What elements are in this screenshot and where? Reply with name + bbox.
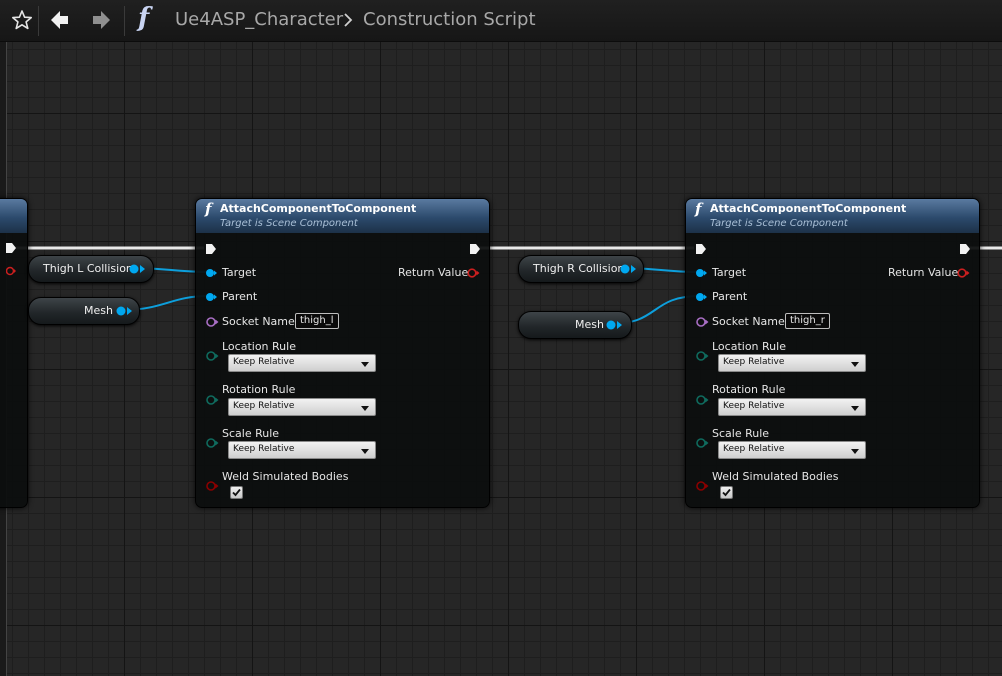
exec-out-pin-icon[interactable] (5, 242, 17, 254)
weld-checkbox[interactable] (720, 486, 733, 499)
enum-pin-icon[interactable] (205, 437, 219, 449)
dropdown-value: Keep Relative (723, 357, 785, 367)
return-pin-icon[interactable] (956, 267, 970, 279)
rotation-rule-label: Rotation Rule (222, 383, 296, 396)
location-rule-label: Location Rule (712, 340, 786, 353)
object-pin-icon[interactable] (619, 263, 631, 275)
dropdown-value: Keep Relative (233, 401, 295, 411)
bool-pin-icon[interactable] (205, 480, 219, 492)
function-icon: f (205, 200, 212, 218)
object-pin-icon[interactable] (605, 319, 617, 331)
node-title: AttachComponentToComponent (710, 202, 907, 215)
enum-pin-icon[interactable] (695, 350, 709, 362)
pin-arrow-icon (127, 307, 132, 315)
weld-simulated-bodies-label: Weld Simulated Bodies (712, 470, 839, 483)
attach-component-node-right[interactable]: f AttachComponentToComponent Target is S… (685, 198, 980, 508)
return-pin-icon[interactable] (466, 267, 480, 279)
node-title: AttachComponentToComponent (220, 202, 417, 215)
weld-simulated-bodies-label: Weld Simulated Bodies (222, 470, 349, 483)
enum-pin-icon[interactable] (205, 394, 219, 406)
enum-pin-icon[interactable] (695, 394, 709, 406)
dropdown-value: Keep Relative (233, 444, 295, 454)
scale-rule-label: Scale Rule (712, 427, 770, 440)
target-label: Target (222, 266, 257, 279)
variable-node-mesh[interactable]: Mesh (28, 297, 140, 325)
scale-rule-dropdown[interactable]: Keep Relative (228, 441, 376, 459)
function-icon: f (695, 200, 702, 218)
scale-rule-label: Scale Rule (222, 427, 280, 440)
chevron-down-icon (361, 362, 369, 367)
rotation-rule-dropdown[interactable]: Keep Relative (718, 398, 866, 416)
checkmark-icon (722, 488, 731, 497)
return-value-label: Return Value (398, 266, 469, 279)
attach-component-node-left[interactable]: f AttachComponentToComponent Target is S… (195, 198, 490, 508)
location-rule-label: Location Rule (222, 340, 296, 353)
parent-label: Parent (222, 290, 258, 303)
variable-node-thigh-r-collision[interactable]: Thigh R Collision (518, 255, 644, 283)
location-rule-dropdown[interactable]: Keep Relative (718, 354, 866, 372)
node-subtitle: Target is Scene Component (220, 218, 358, 229)
chevron-down-icon (851, 362, 859, 367)
chevron-down-icon (361, 449, 369, 454)
node-header[interactable]: f AttachComponentToComponent Target is S… (686, 199, 979, 233)
dropdown-value: Keep Relative (723, 401, 785, 411)
parent-pin-icon[interactable] (205, 291, 217, 303)
name-pin-icon[interactable] (695, 316, 709, 328)
chevron-down-icon (851, 406, 859, 411)
variable-node-mesh[interactable]: Mesh (518, 311, 632, 339)
variable-label: Thigh L Collision (43, 262, 133, 275)
pin-arrow-icon (617, 321, 622, 329)
enum-pin-icon[interactable] (205, 350, 219, 362)
variable-node-thigh-l-collision[interactable]: Thigh L Collision (28, 255, 154, 283)
dropdown-value: Keep Relative (233, 357, 295, 367)
pin-arrow-icon (140, 265, 145, 273)
node-subtitle: Target is Scene Component (710, 218, 848, 229)
return-pin-icon[interactable] (6, 266, 16, 276)
target-pin-icon[interactable] (695, 267, 707, 279)
chevron-down-icon (361, 406, 369, 411)
target-label: Target (712, 266, 747, 279)
return-value-label: Return Value (888, 266, 959, 279)
rotation-rule-dropdown[interactable]: Keep Relative (228, 398, 376, 416)
chevron-down-icon (851, 449, 859, 454)
checkmark-icon (232, 488, 241, 497)
bool-pin-icon[interactable] (695, 480, 709, 492)
weld-checkbox[interactable] (230, 486, 243, 499)
socket-name-label: Socket Name (222, 315, 295, 328)
exec-in-pin-icon[interactable] (695, 243, 707, 255)
exec-in-pin-icon[interactable] (205, 243, 217, 255)
location-rule-dropdown[interactable]: Keep Relative (228, 354, 376, 372)
variable-label: Thigh R Collision (533, 262, 625, 275)
object-pin-icon[interactable] (115, 305, 127, 317)
parent-pin-icon[interactable] (695, 291, 707, 303)
dropdown-value: Keep Relative (723, 444, 785, 454)
target-pin-icon[interactable] (205, 267, 217, 279)
socket-name-input[interactable]: thigh_r (785, 313, 830, 329)
previous-node[interactable] (0, 198, 28, 508)
parent-label: Parent (712, 290, 748, 303)
variable-label: Mesh (575, 318, 604, 331)
enum-pin-icon[interactable] (695, 437, 709, 449)
object-pin-icon[interactable] (128, 263, 140, 275)
exec-out-pin-icon[interactable] (959, 243, 971, 255)
socket-name-label: Socket Name (712, 315, 785, 328)
scale-rule-dropdown[interactable]: Keep Relative (718, 441, 866, 459)
node-header[interactable]: f AttachComponentToComponent Target is S… (196, 199, 489, 233)
socket-name-input[interactable]: thigh_l (295, 313, 339, 329)
variable-label: Mesh (84, 304, 113, 317)
rotation-rule-label: Rotation Rule (712, 383, 786, 396)
exec-out-pin-icon[interactable] (469, 243, 481, 255)
name-pin-icon[interactable] (205, 316, 219, 328)
pin-arrow-icon (631, 265, 636, 273)
